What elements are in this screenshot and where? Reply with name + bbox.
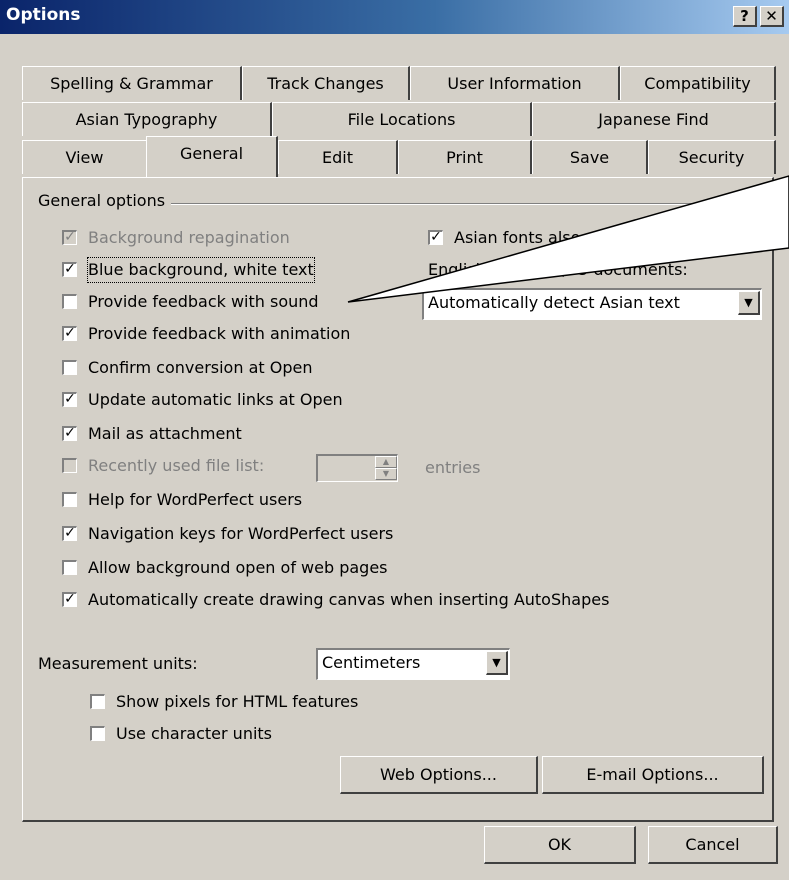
measurement-units-label: Measurement units: [38, 654, 198, 673]
option-label: Mail as attachment [88, 424, 242, 443]
recent-files-spinner: ▲ ▼ [316, 454, 398, 482]
option-checkbox[interactable] [62, 492, 77, 507]
chevron-down-icon[interactable]: ▼ [738, 291, 760, 315]
asian-fonts-checkbox[interactable]: ✓ [428, 230, 443, 245]
option-checkbox [62, 458, 77, 473]
tab-track-changes[interactable]: Track Changes [242, 66, 410, 100]
measurement-units-dropdown[interactable]: Centimeters ▼ [316, 648, 510, 680]
option-checkbox[interactable]: ✓ [62, 426, 77, 441]
close-button[interactable]: ✕ [760, 6, 784, 27]
spin-up-icon: ▲ [375, 456, 397, 468]
option-checkbox[interactable]: ✓ [62, 526, 77, 541]
tab-view[interactable]: View [22, 140, 148, 174]
option-checkbox: ✓ [62, 230, 77, 245]
tab-row-2: Asian Typography File Locations Japanese… [0, 102, 789, 140]
cancel-button[interactable]: Cancel [648, 826, 778, 864]
option-label: Provide feedback with animation [88, 324, 351, 343]
tab-security[interactable]: Security [648, 140, 776, 174]
general-options-group-label: General options [38, 191, 172, 210]
window-title: Options [6, 5, 81, 25]
spin-down-icon: ▼ [375, 468, 397, 480]
tab-user-information[interactable]: User Information [410, 66, 620, 100]
option-label: Navigation keys for WordPerfect users [88, 524, 394, 543]
option-checkbox[interactable]: ✓ [62, 326, 77, 341]
recent-files-suffix: entries [425, 458, 481, 477]
tab-row-3: View General Edit Print Save Security [0, 136, 789, 178]
english-word-label: English Word 6.0/95 documents: [428, 260, 688, 279]
title-bar: Options ? ✕ [0, 0, 789, 34]
option-checkbox[interactable]: ✓ [62, 262, 77, 277]
tab-japanese-find[interactable]: Japanese Find [532, 102, 776, 136]
measurement-units-value: Centimeters [322, 653, 421, 672]
option-label: Update automatic links at Open [88, 390, 343, 409]
tab-file-locations[interactable]: File Locations [272, 102, 532, 136]
option-label: Blue background, white text [87, 257, 315, 283]
tab-print[interactable]: Print [398, 140, 532, 174]
show-pixels-checkbox[interactable] [90, 694, 105, 709]
tab-compatibility[interactable]: Compatibility [620, 66, 776, 100]
tab-row-1: Spelling & Grammar Track Changes User In… [0, 66, 789, 104]
help-button[interactable]: ? [733, 6, 757, 27]
option-checkbox[interactable] [62, 560, 77, 575]
tab-edit[interactable]: Edit [278, 140, 398, 174]
show-pixels-label: Show pixels for HTML features [116, 692, 359, 711]
option-label: Help for WordPerfect users [88, 490, 303, 509]
option-checkbox[interactable] [62, 360, 77, 375]
asian-fonts-label: Asian fonts also app [454, 228, 616, 247]
option-checkbox[interactable] [62, 294, 77, 309]
option-label: Recently used file list: [88, 456, 265, 475]
tab-general[interactable]: General [146, 136, 278, 177]
option-label: Confirm conversion at Open [88, 358, 313, 377]
tab-spelling-grammar[interactable]: Spelling & Grammar [22, 66, 242, 100]
chevron-down-icon[interactable]: ▼ [486, 651, 508, 675]
tab-save[interactable]: Save [532, 140, 648, 174]
web-options-button[interactable]: Web Options... [340, 756, 538, 794]
option-checkbox[interactable]: ✓ [62, 392, 77, 407]
ok-button[interactable]: OK [484, 826, 636, 864]
option-label: Allow background open of web pages [88, 558, 388, 577]
email-options-button[interactable]: E-mail Options... [542, 756, 764, 794]
option-label: Background repagination [88, 228, 290, 247]
option-checkbox[interactable]: ✓ [62, 592, 77, 607]
option-label: Automatically create drawing canvas when… [88, 590, 610, 609]
english-word-value: Automatically detect Asian text [428, 293, 680, 312]
character-units-checkbox[interactable] [90, 726, 105, 741]
tab-asian-typography[interactable]: Asian Typography [22, 102, 272, 136]
english-word-dropdown[interactable]: Automatically detect Asian text ▼ [422, 288, 762, 320]
option-label: Provide feedback with sound [88, 292, 319, 311]
character-units-label: Use character units [116, 724, 273, 743]
